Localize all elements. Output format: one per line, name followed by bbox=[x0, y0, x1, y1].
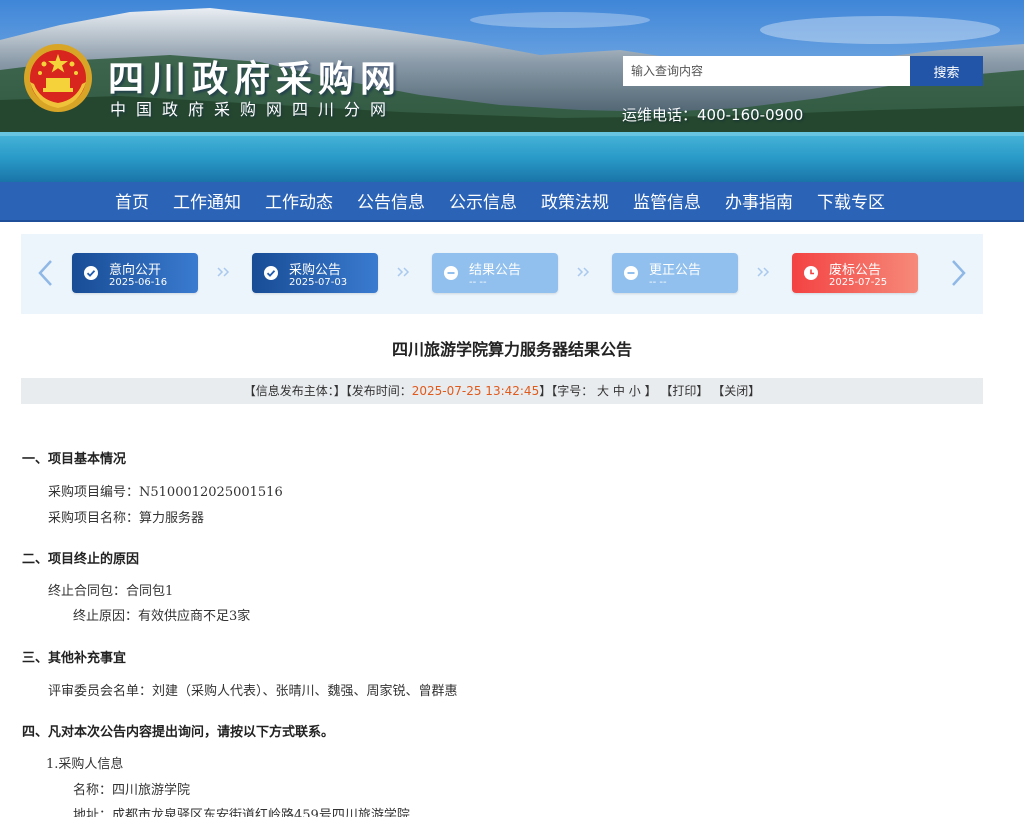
font-size-large[interactable]: 大 bbox=[597, 384, 609, 398]
section-heading: 三、其他补充事宜 bbox=[22, 651, 127, 666]
purchaser-name: 名称：四川旅游学院 bbox=[73, 783, 191, 798]
search-button[interactable]: 搜索 bbox=[910, 56, 983, 86]
double-chevron-icon bbox=[577, 267, 590, 277]
font-size-medium[interactable]: 中 bbox=[613, 384, 625, 398]
step-cancel-notice[interactable]: 废标公告 2025-07-25 bbox=[792, 253, 918, 293]
purchaser-address: 地址：成都市龙泉驿区东安街道红岭路459号四川旅游学院 bbox=[73, 808, 410, 817]
step-correction-notice[interactable]: 更正公告 -- -- bbox=[612, 253, 738, 293]
font-size-end: 】 bbox=[644, 384, 657, 398]
project-number: 采购项目编号：N5100012025001516 bbox=[48, 485, 283, 500]
font-size-small[interactable]: 小 bbox=[629, 384, 641, 398]
nav-item-home[interactable]: 首页 bbox=[103, 182, 161, 222]
section-heading: 二、项目终止的原因 bbox=[22, 552, 140, 567]
nav-item-announcements[interactable]: 公告信息 bbox=[345, 182, 437, 222]
step-procurement-notice[interactable]: 采购公告 2025-07-03 bbox=[252, 253, 378, 293]
step-date: -- -- bbox=[469, 277, 487, 288]
step-label: 更正公告 bbox=[649, 263, 702, 278]
national-emblem-icon bbox=[24, 44, 92, 112]
nav-item-work-notice[interactable]: 工作通知 bbox=[161, 182, 253, 222]
nav-item-work-news[interactable]: 工作动态 bbox=[253, 182, 345, 222]
step-result-notice[interactable]: 结果公告 -- -- bbox=[432, 253, 558, 293]
step-date: -- -- bbox=[649, 277, 667, 288]
step-label: 采购公告 bbox=[289, 263, 342, 278]
minus-icon bbox=[624, 266, 638, 280]
nav-item-guide[interactable]: 办事指南 bbox=[713, 182, 805, 222]
publish-time-value: 2025-07-25 13:42:45 bbox=[411, 384, 540, 398]
search-input[interactable] bbox=[623, 56, 910, 86]
double-chevron-icon bbox=[757, 267, 770, 277]
site-subtitle: 中国政府采购网四川分网 bbox=[110, 100, 397, 119]
project-name: 采购项目名称：算力服务器 bbox=[48, 511, 205, 526]
termination-reason: 终止原因：有效供应商不足3家 bbox=[73, 609, 251, 624]
nav-item-supervision[interactable]: 监管信息 bbox=[621, 182, 713, 222]
nav-item-policies[interactable]: 政策法规 bbox=[529, 182, 621, 222]
step-date: 2025-06-16 bbox=[109, 277, 168, 288]
chevron-left-icon[interactable] bbox=[35, 258, 57, 288]
step-label: 废标公告 bbox=[829, 263, 882, 278]
publisher-label: 【信息发布主体：】 bbox=[243, 384, 346, 398]
purchaser-info-heading: 1.采购人信息 bbox=[46, 757, 124, 772]
step-date: 2025-07-03 bbox=[289, 277, 348, 288]
nav-item-downloads[interactable]: 下载专区 bbox=[805, 182, 897, 222]
section-heading: 一、项目基本情况 bbox=[22, 452, 127, 467]
main-nav: 首页 工作通知 工作动态 公告信息 公示信息 政策法规 监管信息 办事指南 下载… bbox=[0, 182, 1024, 222]
header-banner: 四川政府采购网 中国政府采购网四川分网 搜索 运维电话：400-160-0900 bbox=[0, 0, 1024, 182]
check-icon bbox=[84, 266, 98, 280]
nav-list: 首页 工作通知 工作动态 公告信息 公示信息 政策法规 监管信息 办事指南 下载… bbox=[103, 182, 897, 222]
double-chevron-icon bbox=[397, 267, 410, 277]
step-date: 2025-07-25 bbox=[829, 277, 888, 288]
step-label: 意向公开 bbox=[109, 263, 162, 278]
process-steps: 意向公开 2025-06-16 采购公告 2025-07-03 结果公告 -- … bbox=[21, 234, 983, 314]
nav-item-public-notices[interactable]: 公示信息 bbox=[437, 182, 529, 222]
article-title: 四川旅游学院算力服务器结果公告 bbox=[391, 340, 632, 359]
chevron-right-icon[interactable] bbox=[947, 258, 969, 288]
site-title: 四川政府采购网 bbox=[108, 59, 403, 100]
terminated-package: 终止合同包：合同包1 bbox=[48, 584, 174, 599]
step-label: 结果公告 bbox=[469, 263, 522, 278]
close-link[interactable]: 【关闭】 bbox=[712, 384, 760, 398]
minus-icon bbox=[444, 266, 458, 280]
publish-time-label: 【发布时间： bbox=[345, 384, 412, 398]
print-link[interactable]: 【打印】 bbox=[660, 384, 708, 398]
hotline-text: 运维电话：400-160-0900 bbox=[622, 106, 804, 124]
check-icon bbox=[264, 266, 278, 280]
article-info-bar: 【信息发布主体：】【发布时间：2025-07-25 13:42:45】【字号： … bbox=[21, 378, 983, 404]
section-heading: 四、凡对本次公告内容提出询问，请按以下方式联系。 bbox=[22, 725, 335, 740]
font-size-label: 】【字号： bbox=[539, 384, 594, 398]
clock-icon bbox=[804, 266, 818, 280]
step-intent-public[interactable]: 意向公开 2025-06-16 bbox=[72, 253, 198, 293]
review-committee: 评审委员会名单：刘建（采购人代表）、张晴川、魏强、周家锐、曾群惠 bbox=[48, 684, 458, 699]
double-chevron-icon bbox=[217, 267, 230, 277]
